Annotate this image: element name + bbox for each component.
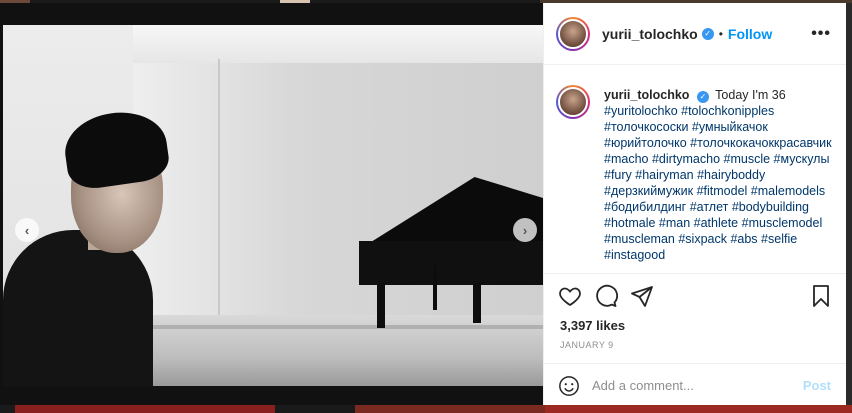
background-feed-strip-bottom [0,405,852,413]
share-icon[interactable] [630,284,654,308]
hashtag-link[interactable]: #атлет [690,200,732,214]
hashtag-list: #yuritolochko #tolochkonipples #толочкос… [604,103,834,263]
comment-box: Add a comment... Post [544,363,847,407]
hashtag-link[interactable]: #мускулы [774,152,830,166]
header-username[interactable]: yurii_tolochko [602,26,698,42]
person-shirt [3,230,153,386]
hashtag-link[interactable]: #malemodels [751,184,825,198]
likes-count[interactable]: 3,397 likes [560,318,625,333]
hashtag-link[interactable]: #юрийтолочко [604,136,690,150]
stage-edge [153,325,543,329]
caption-area: yurii_tolochko ✓ Today I'm 36 #yuritoloc… [544,65,847,273]
hashtag-link[interactable]: #толочкососки [604,120,692,134]
avatar[interactable] [556,16,590,51]
hashtag-link[interactable]: #fitmodel [697,184,751,198]
caption-body: Today I'm 36 [715,88,786,102]
avatar-image [558,87,588,117]
caption-avatar[interactable] [556,85,590,119]
hashtag-link[interactable]: #hairyman [635,168,697,182]
room-corner [218,59,220,319]
heart-icon[interactable] [558,284,582,308]
chevron-left-icon: ‹ [24,222,30,238]
emoji-icon[interactable] [558,375,580,397]
post-comment-button[interactable]: Post [803,378,831,393]
piano-leg [473,283,481,323]
hashtag-link[interactable]: #fury [604,168,635,182]
more-options-icon[interactable]: ••• [811,25,831,43]
caption-username[interactable]: yurii_tolochko [604,88,689,102]
hashtag-link[interactable]: #musclemodel [742,216,823,230]
carousel-next-button[interactable]: › [513,218,537,242]
post-date[interactable]: JANUARY 9 [560,340,614,350]
hashtag-link[interactable]: #selfie [761,232,797,246]
instagram-post-modal: ‹ › yurii_tolochko ✓ • Follow ••• yurii_… [0,0,852,413]
hashtag-link[interactable]: #muscleman [604,232,678,246]
carousel-prev-button[interactable]: ‹ [15,218,39,242]
hashtag-link[interactable]: #tolochkonipples [681,104,774,118]
comment-icon[interactable] [594,284,618,308]
piano-pedal [433,265,437,310]
header-separator: • [718,26,723,41]
caption-text: yurii_tolochko ✓ Today I'm 36 #yuritoloc… [604,87,834,263]
bookmark-icon[interactable] [809,284,833,308]
chevron-right-icon: › [522,222,528,238]
post-details-panel: yurii_tolochko ✓ • Follow ••• yurii_tolo… [543,3,847,405]
hashtag-link[interactable]: #умныйкачок [692,120,768,134]
post-photo[interactable]: ‹ › [3,25,543,386]
hashtag-link[interactable]: #bodybuilding [732,200,809,214]
avatar-image [558,18,588,49]
verified-badge-icon: ✓ [696,91,709,103]
hashtag-link[interactable]: #hairyboddy [697,168,765,182]
hashtag-link[interactable]: #athlete [694,216,742,230]
follow-button[interactable]: Follow [728,26,772,42]
piano-body [359,241,543,285]
hashtag-link[interactable]: #instagood [604,248,665,262]
hashtag-link[interactable]: #dirtymacho [652,152,724,166]
post-header: yurii_tolochko ✓ • Follow ••• [544,3,847,65]
comment-input[interactable]: Add a comment... [592,378,803,393]
post-actions: 3,397 likes JANUARY 9 Add a comment... P… [544,273,847,411]
hashtag-link[interactable]: #abs [730,232,761,246]
page-gutter [846,3,852,405]
hashtag-link[interactable]: #macho [604,152,652,166]
hashtag-link[interactable]: #толочкокачоккрасавчик [690,136,831,150]
hashtag-link[interactable]: #yuritolochko [604,104,681,118]
piano-leg [377,283,385,328]
verified-badge-icon: ✓ [701,27,714,40]
hashtag-link[interactable]: #бодибилдинг [604,200,690,214]
hashtag-link[interactable]: #hotmale [604,216,659,230]
hashtag-link[interactable]: #man [659,216,694,230]
hashtag-link[interactable]: #sixpack [678,232,730,246]
hashtag-link[interactable]: #дерзкиймужик [604,184,697,198]
hashtag-link[interactable]: #muscle [724,152,774,166]
